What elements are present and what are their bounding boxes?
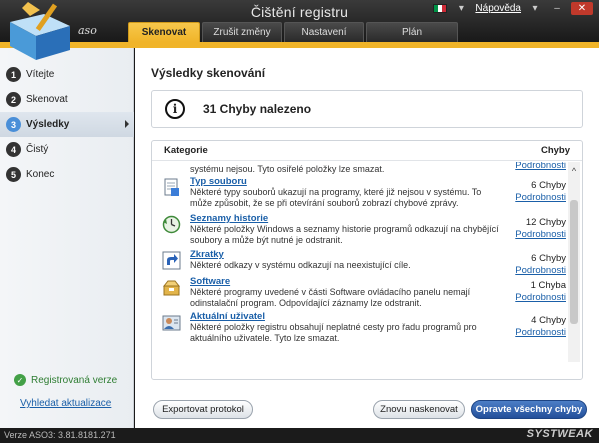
step-number-badge: 4 [6,142,21,157]
help-link[interactable]: Nápověda [475,3,521,14]
details-link[interactable]: Podrobnosti [515,265,566,276]
shortcut-icon [162,251,181,270]
file-icon [164,178,179,196]
row-title[interactable]: Typ souboru [190,176,247,187]
sidebar-item-label: Čistý [26,144,49,155]
details-link[interactable]: Podrobnosti [515,229,566,240]
details-link[interactable]: Podrobnosti [515,162,566,171]
tab-scan[interactable]: Skenovat [128,22,200,42]
error-count: 6 Chyby [531,180,566,191]
main-tabs: Skenovat Zrušit změny Nastavení Plán [128,22,458,42]
chevron-right-icon [125,120,129,128]
sidebar: 1 Vítejte 2 Skenovat 3 Výsledky 4 Čistý … [0,48,134,428]
sidebar-item-welcome[interactable]: 1 Vítejte [0,62,134,87]
step-number-badge: 2 [6,92,21,107]
close-button[interactable]: ✕ [571,2,593,15]
sidebar-item-label: Výsledky [26,119,70,130]
list-item: Aktuální uživatel Některé položky regist… [152,311,570,351]
results-list: systému nejsou. Tyto osiřelé položky lze… [152,162,570,362]
logo-cube-icon [10,2,70,60]
error-count: 6 Chyby [531,253,566,264]
main-panel: Výsledky skenování i 31 Chyby nalezeno K… [135,48,599,428]
error-count-summary: 31 Chyby nalezeno [203,102,312,116]
language-flag-icon[interactable] [433,4,448,13]
fix-all-errors-button[interactable]: Opravte všechny chyby [471,400,587,419]
check-updates-link[interactable]: Vyhledat aktualizace [20,398,111,409]
error-count: 4 Chyby [531,315,566,326]
details-link[interactable]: Podrobnosti [515,292,566,303]
sidebar-item-label: Konec [26,169,55,180]
row-description: Některé typy souborů ukazují na programy… [190,187,482,208]
tab-undo-changes[interactable]: Zrušit změny [202,22,282,42]
info-icon: i [165,99,185,119]
column-header-category: Kategorie [164,145,208,156]
row-title[interactable]: Aktuální uživatel [190,311,265,322]
check-icon: ✓ [14,374,26,386]
sidebar-item-scan[interactable]: 2 Skenovat [0,87,134,112]
tab-schedule[interactable]: Plán [366,22,458,42]
status-bar: Verze ASO3: 3.81.8181.271 SYSTWEAK [0,428,599,443]
app-logo [0,0,128,62]
column-header-errors: Chyby [540,145,570,156]
scroll-thumb[interactable] [570,200,578,324]
list-item: systému nejsou. Tyto osiřelé položky lze… [152,162,570,174]
user-icon [162,315,181,331]
wizard-steps: 1 Vítejte 2 Skenovat 3 Výsledky 4 Čistý … [0,62,134,187]
list-item: Zkratky Některé odkazy v systému odkazuj… [152,249,570,279]
row-title[interactable]: Zkratky [190,249,224,260]
brand-logo: SYSTWEAK [526,428,593,440]
scan-summary-box: i 31 Chyby nalezeno [151,90,583,128]
rescan-button[interactable]: Znovu naskenovat [373,400,465,419]
registration-status: ✓ Registrovaná verze [14,374,117,386]
step-number-badge: 3 [6,117,21,132]
list-item: Software Některé programy uvedené v část… [152,276,570,312]
step-number-badge: 5 [6,167,21,182]
scroll-up-icon[interactable]: ^ [568,166,580,178]
flag-dropdown-icon[interactable]: ▾ [453,2,469,15]
sidebar-item-results[interactable]: 3 Výsledky [0,112,134,137]
history-icon [162,215,181,234]
step-number-badge: 1 [6,67,21,82]
row-description: Některé položky registru obsahují neplat… [190,322,477,343]
row-description: Některé položky Windows a seznamy histor… [190,224,499,245]
title-bar-controls: ▾ Nápověda ▾ – ✕ [433,2,593,15]
help-dropdown-icon[interactable]: ▾ [527,2,543,15]
row-title[interactable]: Software [190,276,230,287]
row-title[interactable]: Seznamy historie [190,213,268,224]
sidebar-item-label: Skenovat [26,94,68,105]
software-icon [162,280,181,296]
error-count: 12 Chyby [525,217,566,228]
list-item: Typ souboru Některé typy souborů ukazují… [152,176,570,212]
sidebar-item-label: Vítejte [26,69,55,80]
version-label: Verze ASO3: 3.81.8181.271 [4,430,116,440]
page-title: Výsledky skenování [151,66,266,80]
row-description: systému nejsou. Tyto osiřelé položky lze… [190,164,385,174]
tab-settings[interactable]: Nastavení [284,22,364,42]
row-description: Některé programy uvedené v části Softwar… [190,287,471,308]
results-scrollbar[interactable]: ^ [568,162,580,362]
results-table: Kategorie Chyby systému nejsou. Tyto osi… [151,140,583,380]
sidebar-item-finish[interactable]: 5 Konec [0,162,134,187]
logo-text: aso [78,24,97,37]
sidebar-item-clean[interactable]: 4 Čistý [0,137,134,162]
list-item: Seznamy historie Některé položky Windows… [152,213,570,249]
row-description: Některé odkazy v systému odkazují na nee… [190,260,411,270]
details-link[interactable]: Podrobnosti [515,192,566,203]
minimize-button[interactable]: – [549,2,565,15]
details-link[interactable]: Podrobnosti [515,327,566,338]
export-log-button[interactable]: Exportovat protokol [153,400,253,419]
results-table-header: Kategorie Chyby [152,141,582,161]
registration-status-text: Registrovaná verze [31,374,118,386]
error-count: 1 Chyba [530,280,566,291]
